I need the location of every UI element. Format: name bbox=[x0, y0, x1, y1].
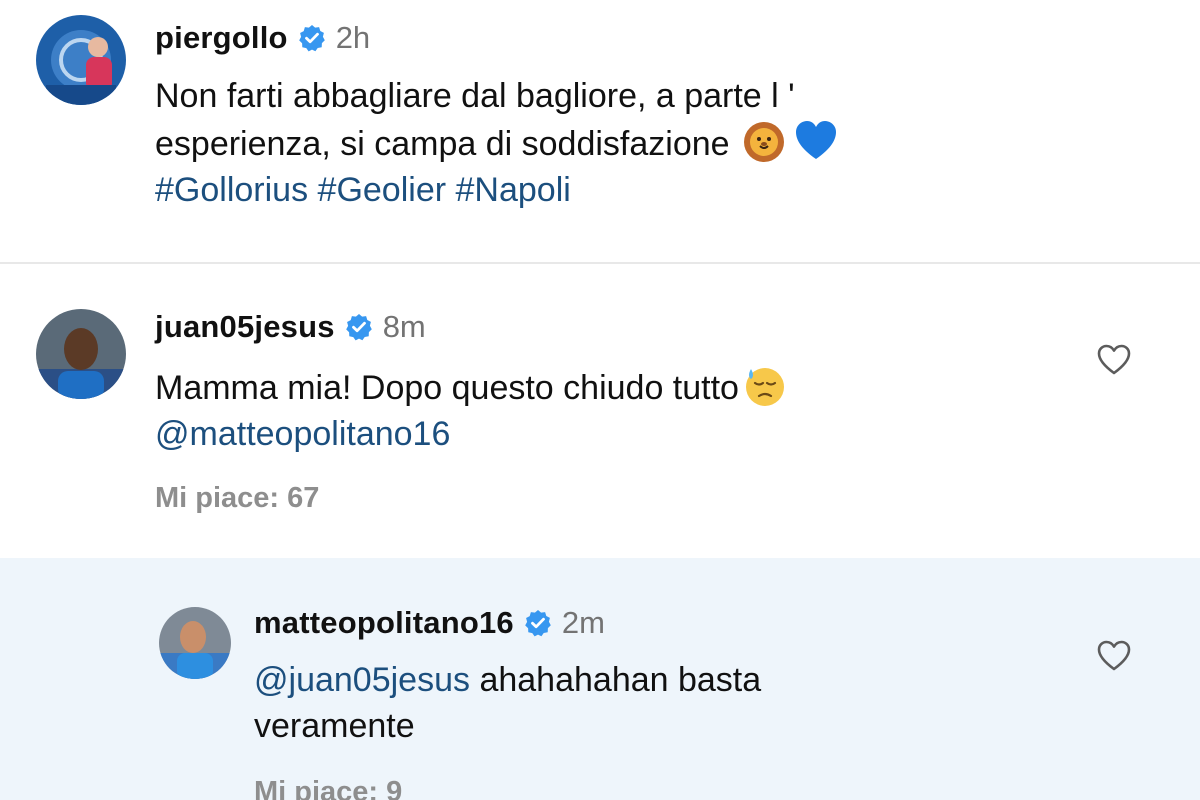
caption-header: piergollo 2h bbox=[155, 20, 370, 56]
timestamp: 2h bbox=[335, 20, 371, 55]
likes-count[interactable]: Mi piace: 9 bbox=[254, 776, 402, 800]
verified-badge-icon bbox=[524, 609, 552, 637]
comment-line-1: Mamma mia! Dopo questo chiudo tutto bbox=[155, 363, 787, 411]
avatar-image bbox=[36, 15, 126, 105]
avatar-piergollo[interactable] bbox=[36, 15, 126, 105]
caption-line-2: esperienza, si campa di soddisfazione bbox=[155, 119, 838, 167]
reply-text: @juan05jesus ahahahahan basta veramente bbox=[254, 657, 761, 749]
username[interactable]: matteopolitano16 bbox=[254, 605, 514, 641]
heart-icon[interactable] bbox=[1096, 342, 1132, 378]
mention-link[interactable]: @juan05jesus bbox=[254, 661, 470, 699]
verified-badge-icon bbox=[345, 313, 373, 341]
comment: juan05jesus 8m Mamma mia! Dopo questo ch… bbox=[0, 264, 1200, 558]
mention-link[interactable]: @matteopolitano16 bbox=[155, 411, 787, 457]
hashtag-link[interactable]: #Geolier bbox=[318, 171, 447, 209]
avatar-image bbox=[36, 309, 126, 399]
likes-count[interactable]: Mi piace: 67 bbox=[155, 482, 319, 515]
comment-header: juan05jesus 8m bbox=[155, 309, 426, 345]
reply-line-1: @juan05jesus ahahahahan basta bbox=[254, 657, 761, 703]
avatar-image bbox=[159, 607, 231, 679]
caption-text: Non farti abbagliare dal bagliore, a par… bbox=[155, 73, 838, 213]
verified-badge-icon bbox=[298, 24, 326, 52]
username[interactable]: juan05jesus bbox=[155, 309, 335, 345]
blue-heart-emoji-icon bbox=[794, 119, 838, 163]
comment-line-1-text: Mamma mia! Dopo questo chiudo tutto bbox=[155, 369, 739, 407]
comment-text: Mamma mia! Dopo questo chiudo tutto @mat… bbox=[155, 363, 787, 457]
post-caption: piergollo 2h Non farti abbagliare dal ba… bbox=[0, 0, 1200, 262]
lion-face-emoji-icon bbox=[742, 119, 786, 163]
avatar-juan05jesus[interactable] bbox=[36, 309, 126, 399]
timestamp: 8m bbox=[382, 309, 426, 344]
avatar-matteopolitano16[interactable] bbox=[159, 607, 231, 679]
heart-icon[interactable] bbox=[1096, 638, 1132, 674]
caption-line-1: Non farti abbagliare dal bagliore, a par… bbox=[155, 77, 795, 115]
username[interactable]: piergollo bbox=[155, 20, 288, 56]
reply-line-2: veramente bbox=[254, 707, 415, 745]
hashtag-link[interactable]: #Napoli bbox=[456, 171, 571, 209]
downcast-face-with-sweat-emoji-icon bbox=[743, 363, 787, 407]
timestamp: 2m bbox=[561, 605, 605, 640]
reply-line-1-text: ahahahahan basta bbox=[479, 661, 762, 699]
reply-header: matteopolitano16 2m bbox=[254, 605, 605, 641]
comment-reply: matteopolitano16 2m @juan05jesus ahahaha… bbox=[0, 558, 1200, 800]
caption-line-2-text: esperienza, si campa di soddisfazione bbox=[155, 125, 730, 163]
hashtag-link[interactable]: #Gollorius bbox=[155, 171, 308, 209]
caption-hashtags: #Gollorius #Geolier #Napoli bbox=[155, 167, 838, 213]
